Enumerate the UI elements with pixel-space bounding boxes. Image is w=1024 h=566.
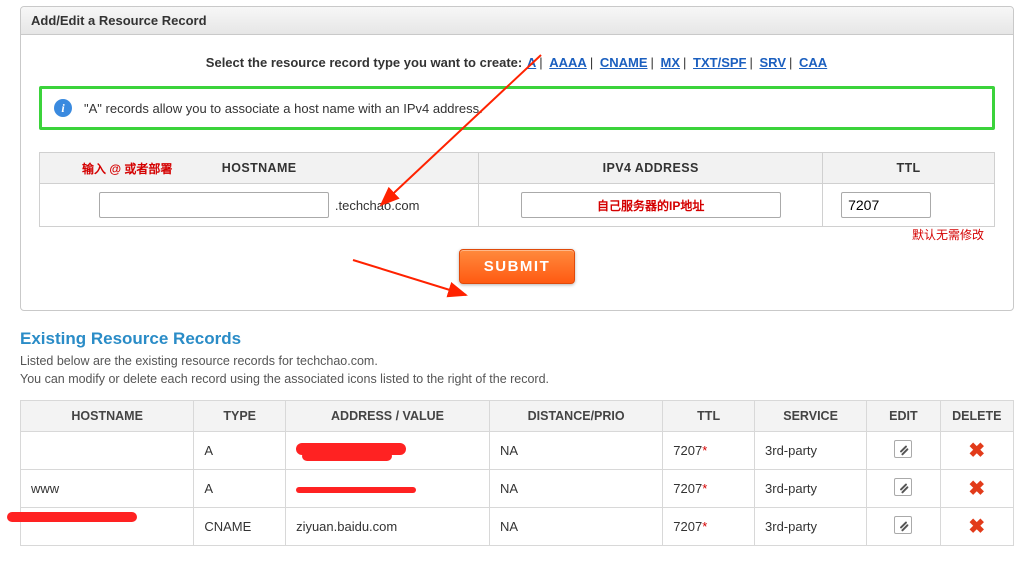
type-link-cname[interactable]: CNAME [600, 55, 648, 70]
rth-type: TYPE [194, 401, 286, 432]
cell-edit [867, 470, 940, 508]
record-type-select-row: Select the resource record type you want… [39, 45, 995, 86]
cell-type: A [194, 432, 286, 470]
type-link-txtspf[interactable]: TXT/SPF [693, 55, 746, 70]
rth-service: SERVICE [755, 401, 867, 432]
cell-edit [867, 432, 940, 470]
delete-icon[interactable]: ✖ [968, 441, 985, 461]
table-row: wwwA NA7207*3rd-party ✖ [21, 470, 1014, 508]
annotation-ttl: 默认无需修改 [912, 226, 984, 243]
cell-ttl: 7207* [663, 470, 755, 508]
redacted-scribble [296, 487, 416, 493]
cell-hostname [21, 508, 194, 546]
annotation-hostname: 输入 @ 或者部署 [82, 160, 172, 177]
cell-edit [867, 508, 940, 546]
cell-ttl: 7207* [663, 508, 755, 546]
redacted-scribble [7, 512, 137, 522]
select-prompt: Select the resource record type you want… [206, 55, 522, 70]
table-row: CNAMEziyuan.baidu.comNA7207*3rd-party ✖ [21, 508, 1014, 546]
edit-icon[interactable] [894, 516, 912, 534]
cell-delete: ✖ [940, 432, 1013, 470]
cell-address: ziyuan.baidu.com [286, 508, 490, 546]
cell-service: 3rd-party [755, 470, 867, 508]
type-link-aaaa[interactable]: AAAA [549, 55, 587, 70]
th-ipv4: IPV4 ADDRESS [479, 153, 823, 184]
existing-title: Existing Resource Records [20, 329, 1014, 349]
hostname-suffix: .techchao.com [335, 198, 420, 213]
hostname-input[interactable] [99, 192, 329, 218]
rth-delete: DELETE [940, 401, 1013, 432]
cell-distance: NA [489, 432, 662, 470]
cell-address [286, 432, 490, 470]
edit-icon[interactable] [894, 478, 912, 496]
ipv4-input[interactable] [521, 192, 781, 218]
type-link-caa[interactable]: CAA [799, 55, 827, 70]
cell-type: CNAME [194, 508, 286, 546]
delete-icon[interactable]: ✖ [968, 517, 985, 537]
form-table: HOSTNAME IPV4 ADDRESS TTL 输入 @ 或者部署 .tec… [39, 152, 995, 227]
type-link-a[interactable]: A [527, 55, 536, 70]
delete-icon[interactable]: ✖ [968, 479, 985, 499]
rth-hostname: HOSTNAME [21, 401, 194, 432]
cell-hostname: www [21, 470, 194, 508]
rth-edit: EDIT [867, 401, 940, 432]
cell-hostname [21, 432, 194, 470]
rth-ttl: TTL [663, 401, 755, 432]
add-edit-panel: Add/Edit a Resource Record Select the re… [20, 6, 1014, 311]
cell-ttl: 7207* [663, 432, 755, 470]
submit-button[interactable]: SUBMIT [459, 249, 576, 284]
cell-service: 3rd-party [755, 508, 867, 546]
table-row: A NA7207*3rd-party ✖ [21, 432, 1014, 470]
existing-desc: Listed below are the existing resource r… [20, 353, 1014, 388]
cell-distance: NA [489, 470, 662, 508]
type-link-mx[interactable]: MX [661, 55, 681, 70]
cell-service: 3rd-party [755, 432, 867, 470]
cell-delete: ✖ [940, 470, 1013, 508]
cell-delete: ✖ [940, 508, 1013, 546]
records-table: HOSTNAME TYPE ADDRESS / VALUE DISTANCE/P… [20, 400, 1014, 546]
panel-title: Add/Edit a Resource Record [21, 7, 1013, 35]
cell-type: A [194, 470, 286, 508]
info-text: "A" records allow you to associate a hos… [84, 101, 483, 116]
cell-distance: NA [489, 508, 662, 546]
rth-distance: DISTANCE/PRIO [489, 401, 662, 432]
type-link-srv[interactable]: SRV [760, 55, 787, 70]
redacted-scribble [296, 443, 406, 455]
edit-icon[interactable] [894, 440, 912, 458]
th-ttl: TTL [823, 153, 995, 184]
rth-address: ADDRESS / VALUE [286, 401, 490, 432]
info-box: i "A" records allow you to associate a h… [39, 86, 995, 130]
cell-address [286, 470, 490, 508]
info-icon: i [54, 99, 72, 117]
ttl-input[interactable] [841, 192, 931, 218]
